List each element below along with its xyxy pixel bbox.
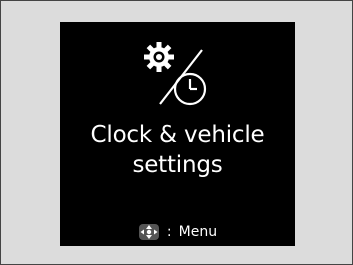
menu-label: Menu <box>178 224 218 240</box>
gear-icon <box>144 42 174 72</box>
title-line-2: settings <box>132 152 223 178</box>
menu-hint: : Menu <box>60 222 295 242</box>
display-screen: Clock & vehicle settings : Menu <box>60 22 295 246</box>
clock-vehicle-settings-icon <box>144 42 207 106</box>
figure-frame: Clock & vehicle settings : Menu <box>0 0 353 265</box>
title-line-1: Clock & vehicle <box>90 122 265 148</box>
hint-separator: : <box>166 224 172 240</box>
selector-dial-icon <box>138 224 159 240</box>
clock-icon <box>173 72 207 106</box>
page-title: Clock & vehicle settings <box>60 120 295 180</box>
